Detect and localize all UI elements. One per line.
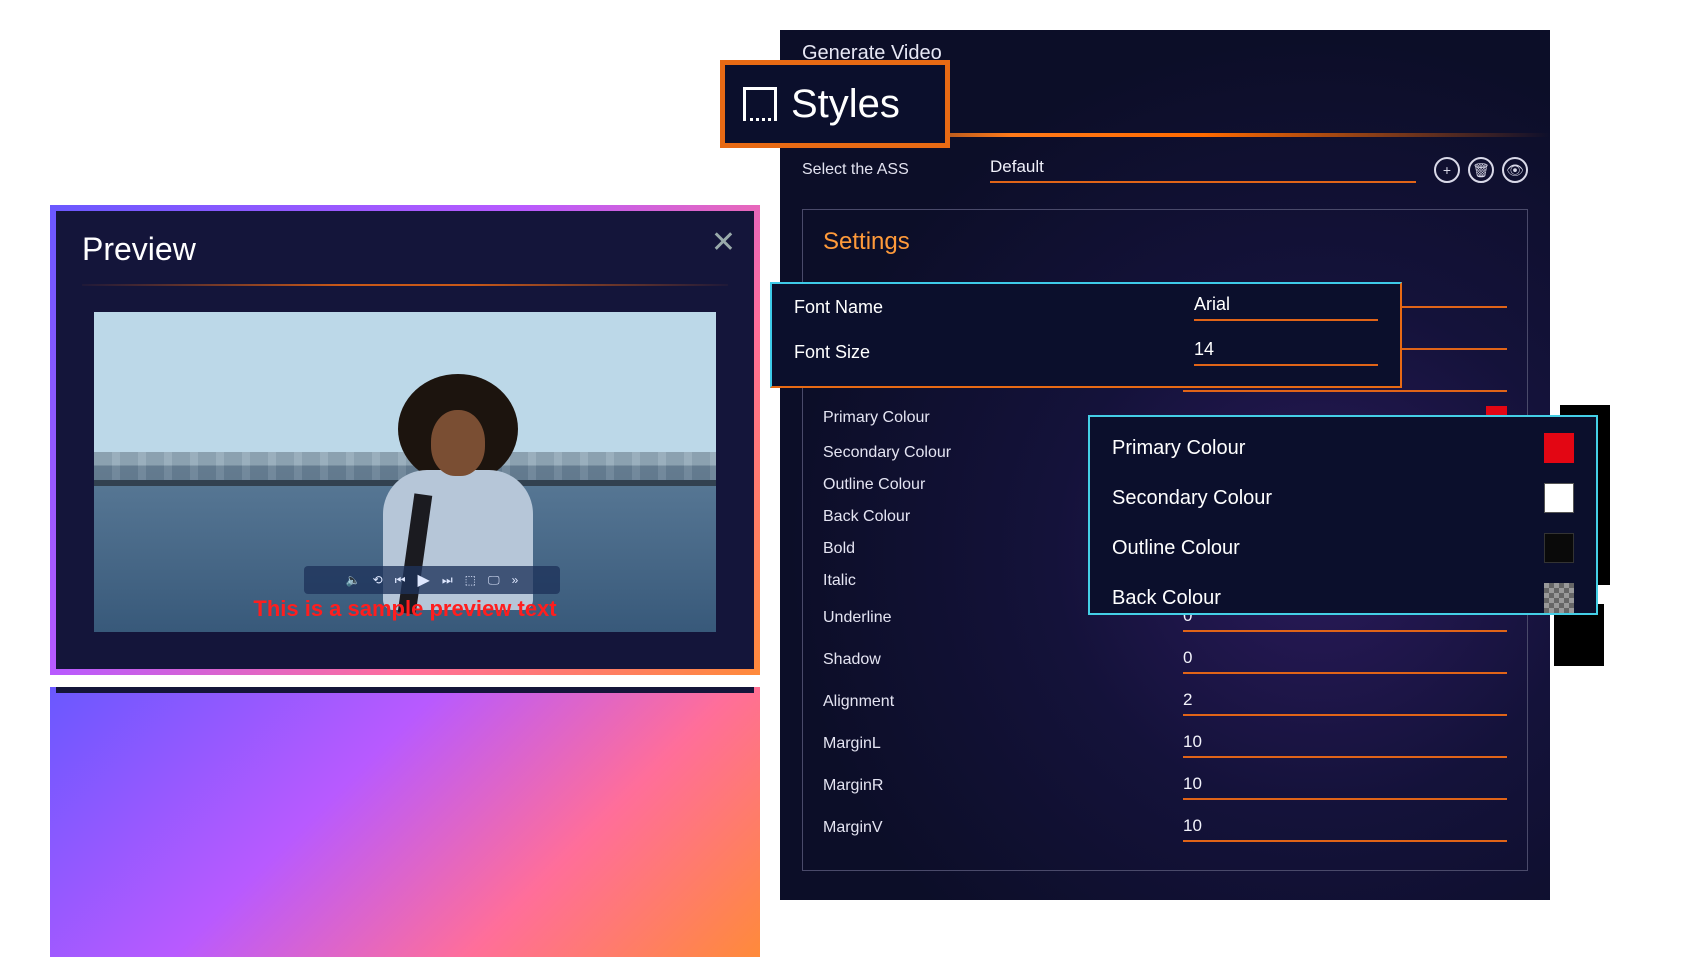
- label-marginv: MarginV: [823, 819, 1163, 837]
- label-shadow: Shadow: [823, 651, 1163, 669]
- highlight-fontname-label: Font Name: [794, 297, 1194, 318]
- select-ass-label: Select the ASS: [802, 161, 972, 179]
- row-marginv: MarginV 10: [823, 804, 1507, 846]
- close-icon[interactable]: ✕: [711, 225, 736, 260]
- input-marginr[interactable]: 10: [1183, 772, 1507, 800]
- swatch-outline[interactable]: [1544, 533, 1574, 563]
- input-marginv[interactable]: 10: [1183, 814, 1507, 842]
- label-marginl: MarginL: [823, 735, 1163, 753]
- styles-tab-label: Styles: [791, 82, 900, 127]
- colour-label-primary: Primary Colour: [1112, 437, 1245, 460]
- more-icon[interactable]: »: [512, 573, 519, 587]
- preview-title: Preview: [82, 231, 728, 268]
- next-icon[interactable]: ⏭: [442, 573, 453, 588]
- row-shadow: Shadow 0: [823, 636, 1507, 678]
- highlight-fontsize-label: Font Size: [794, 342, 1194, 363]
- input-alignment[interactable]: 2: [1183, 688, 1507, 716]
- preview-inner: ✕ Preview 🔈 ⟲ ⏮ ▶ ⏭ ⬚ 🖵 » T: [56, 211, 754, 669]
- select-ass-value[interactable]: Default: [990, 157, 1416, 183]
- play-icon[interactable]: ▶: [418, 570, 430, 590]
- label-marginr: MarginR: [823, 777, 1163, 795]
- font-highlight-callout: Font Name Arial Font Size 14: [770, 282, 1402, 388]
- colour-row-back[interactable]: Back Colour: [1112, 583, 1574, 613]
- player-controls[interactable]: 🔈 ⟲ ⏮ ▶ ⏭ ⬚ 🖵 »: [304, 566, 560, 594]
- styles-tab-callout[interactable]: Styles: [720, 60, 950, 148]
- swatch-back[interactable]: [1544, 583, 1574, 613]
- preview-style-button[interactable]: 👁: [1502, 157, 1528, 183]
- label-alignment: Alignment: [823, 693, 1163, 711]
- colour-row-outline[interactable]: Outline Colour: [1112, 533, 1574, 563]
- highlight-fontsize-row: Font Size 14: [794, 339, 1378, 366]
- row-alignment: Alignment 2: [823, 678, 1507, 720]
- colour-label-outline: Outline Colour: [1112, 537, 1240, 560]
- highlight-fontname-row: Font Name Arial: [794, 294, 1378, 321]
- colour-label-back: Back Colour: [1112, 587, 1221, 610]
- label-primary-colour: Primary Colour: [823, 409, 1126, 427]
- preview-modal: ✕ Preview 🔈 ⟲ ⏮ ▶ ⏭ ⬚ 🖵 » T: [50, 205, 760, 675]
- row-marginr: MarginR 10: [823, 762, 1507, 804]
- colour-label-secondary: Secondary Colour: [1112, 487, 1272, 510]
- colour-popout-callout: Primary Colour Secondary Colour Outline …: [1088, 415, 1598, 615]
- preview-reflection: 🔈 ⟲ ⏮ ▶ ⏭ ⬚ 🖵 » This is a sample preview…: [50, 687, 760, 957]
- highlight-fontname-value[interactable]: Arial: [1194, 294, 1378, 321]
- select-ass-actions: + 🗑 👁: [1434, 157, 1528, 183]
- swatch-secondary[interactable]: [1544, 483, 1574, 513]
- row-marginl: MarginL 10: [823, 720, 1507, 762]
- preview-divider: [82, 284, 728, 286]
- settings-heading: Settings: [823, 228, 1507, 256]
- volume-icon[interactable]: 🔈: [346, 573, 361, 587]
- colour-row-secondary[interactable]: Secondary Colour: [1112, 483, 1574, 513]
- prev-icon[interactable]: ⏮: [395, 573, 406, 588]
- input-marginl[interactable]: 10: [1183, 730, 1507, 758]
- crop-icon[interactable]: ⬚: [465, 573, 476, 587]
- swatch-primary[interactable]: [1544, 433, 1574, 463]
- loop-icon[interactable]: ⟲: [373, 573, 383, 587]
- styles-icon: [743, 87, 777, 121]
- delete-style-button[interactable]: 🗑: [1468, 157, 1494, 183]
- add-style-button[interactable]: +: [1434, 157, 1460, 183]
- highlight-fontsize-value[interactable]: 14: [1194, 339, 1378, 366]
- preview-caption: This is a sample preview text: [94, 596, 716, 622]
- colour-row-primary[interactable]: Primary Colour: [1112, 433, 1574, 463]
- fullscreen-icon[interactable]: 🖵: [488, 573, 500, 588]
- video-preview[interactable]: 🔈 ⟲ ⏮ ▶ ⏭ ⬚ 🖵 » This is a sample preview…: [94, 312, 716, 632]
- input-shadow[interactable]: 0: [1183, 646, 1507, 674]
